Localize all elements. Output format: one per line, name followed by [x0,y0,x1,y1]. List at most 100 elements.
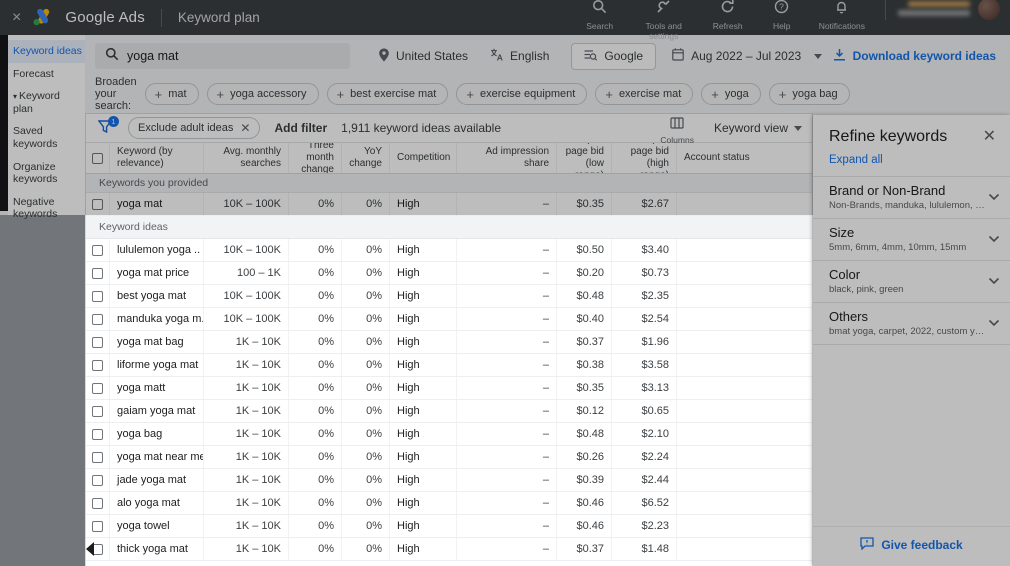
scroll-left-arrow-icon[interactable] [86,542,94,556]
row-checkbox[interactable] [86,400,110,422]
topbar-divider [160,8,162,27]
header-account-status[interactable]: Account status [677,143,812,173]
select-all-checkbox[interactable] [86,143,110,173]
sidebar-item[interactable]: ▾Keyword ideas [8,40,85,63]
cell-bid-low: $0.50 [557,239,612,261]
language-setting[interactable]: A English [490,48,549,64]
tools-and-settings-button[interactable]: Tools and settings [637,0,691,41]
cell-avg-searches: 1K – 10K [204,446,289,468]
expand-all-link[interactable]: Expand all [813,148,1010,176]
row-checkbox[interactable] [86,308,110,330]
keyword-view-select[interactable]: Keyword view [714,121,802,135]
row-checkbox[interactable] [86,354,110,376]
cell-yoy: 0% [342,285,390,307]
sidebar-item[interactable]: ▾Negative keywords [8,191,85,226]
refresh-button[interactable]: Refresh [711,0,745,31]
cell-keyword[interactable]: yoga mat [110,193,204,215]
left-dark-strip [0,35,8,211]
search-button[interactable]: Search [583,0,617,31]
account-area[interactable] [885,0,1000,20]
refine-section[interactable]: Brand or Non-Brand Non-Brands, manduka, … [813,177,1010,219]
cell-keyword[interactable]: yoga matt [110,377,204,399]
date-range-select[interactable]: Aug 2022 – Jul 2023 [672,48,823,64]
cell-bid-high: $2.54 [612,308,677,330]
header-bid-low[interactable]: Top of page bid (low range) [557,143,612,173]
cell-keyword[interactable]: alo yoga mat [110,492,204,514]
cell-avg-searches: 10K – 100K [204,239,289,261]
plan-toolbar: yoga mat United States A English Google … [85,41,1010,71]
location-setting[interactable]: United States [378,48,468,65]
cell-keyword[interactable]: lululemon yoga .. [110,239,204,261]
give-feedback-button[interactable]: Give feedback [813,526,1010,566]
header-bid-high[interactable]: Top of page bid (high range) [612,143,677,173]
broaden-chip[interactable]: + yoga [701,83,761,105]
exclude-adult-ideas-chip[interactable]: Exclude adult ideas ✕ [128,117,261,139]
plus-icon: + [605,86,613,102]
cell-keyword[interactable]: yoga mat price [110,262,204,284]
cell-keyword[interactable]: manduka yoga m.. [110,308,204,330]
header-three-month[interactable]: Three month change [289,143,342,173]
header-competition[interactable]: Competition [390,143,457,173]
add-filter-button[interactable]: Add filter [274,121,327,135]
sidebar-item[interactable]: ▾ Keyword plan [8,85,85,120]
cell-keyword[interactable]: yoga bag [110,423,204,445]
row-checkbox[interactable] [86,515,110,537]
cell-competition: High [390,423,457,445]
cell-keyword[interactable]: gaiam yoga mat [110,400,204,422]
broaden-chip[interactable]: + best exercise mat [326,83,449,105]
cell-keyword[interactable]: yoga towel [110,515,204,537]
refine-section[interactable]: Color black, pink, green [813,261,1010,303]
row-checkbox[interactable] [86,492,110,514]
refine-section[interactable]: Size 5mm, 6mm, 4mm, 10mm, 15mm [813,219,1010,261]
help-button[interactable]: ? Help [765,0,799,31]
cell-keyword[interactable]: yoga mat bag [110,331,204,353]
cell-keyword[interactable]: jade yoga mat [110,469,204,491]
sidebar-item[interactable]: ▾Organize keywords [8,156,85,191]
close-icon[interactable]: × [12,9,21,26]
notifications-button[interactable]: Notifications [819,0,865,31]
sidebar-item[interactable]: ▾Saved keywords [8,120,85,155]
close-icon[interactable]: ✕ [983,129,996,145]
sidebar-item[interactable]: ▾Forecast [8,63,85,86]
row-checkbox[interactable] [86,193,110,215]
broaden-chip[interactable]: + mat [144,83,199,105]
row-checkbox[interactable] [86,377,110,399]
cell-bid-low: $0.20 [557,262,612,284]
cell-bid-high: $3.40 [612,239,677,261]
cell-ad-impression-share: – [457,354,557,376]
header-keyword[interactable]: Keyword (by relevance) [110,143,204,173]
cell-three-month: 0% [289,331,342,353]
broaden-chip[interactable]: + yoga bag [768,83,850,105]
keyword-search-input[interactable]: yoga mat [95,43,350,69]
remove-filter-icon[interactable]: ✕ [240,121,250,135]
row-checkbox[interactable] [86,239,110,261]
cell-avg-searches: 100 – 1K [204,262,289,284]
header-avg-searches[interactable]: Avg. monthly searches [204,143,289,173]
cell-bid-high: $3.58 [612,354,677,376]
row-checkbox[interactable] [86,423,110,445]
row-checkbox[interactable] [86,331,110,353]
cell-keyword[interactable]: best yoga mat [110,285,204,307]
row-checkbox[interactable] [86,285,110,307]
cell-bid-high: $2.10 [612,423,677,445]
row-checkbox[interactable] [86,469,110,491]
columns-button[interactable]: Columns [660,112,694,145]
refine-section[interactable]: Others bmat yoga, carpet, 2022, custom y… [813,303,1010,345]
download-keyword-ideas-button[interactable]: Download keyword ideas [833,48,996,64]
row-checkbox[interactable] [86,446,110,468]
cell-account-status [677,469,812,491]
broaden-chip[interactable]: + exercise equipment [456,83,588,105]
row-checkbox[interactable] [86,262,110,284]
filter-funnel-icon[interactable]: 1 [97,116,119,136]
chevron-down-icon [988,188,1000,206]
cell-keyword[interactable]: thick yoga mat [110,538,204,560]
broaden-chip[interactable]: + exercise mat [595,83,694,105]
network-select[interactable]: Google [571,42,657,70]
cell-keyword[interactable]: liforme yoga mat [110,354,204,376]
header-yoy[interactable]: YoY change [342,143,390,173]
avatar[interactable] [978,0,1000,20]
table-row: yoga mat near me 1K – 10K 0% 0% High – $… [86,446,812,469]
header-ad-impression-share[interactable]: Ad impression share [457,143,557,173]
broaden-chip[interactable]: + yoga accessory [206,83,319,105]
cell-keyword[interactable]: yoga mat near me [110,446,204,468]
